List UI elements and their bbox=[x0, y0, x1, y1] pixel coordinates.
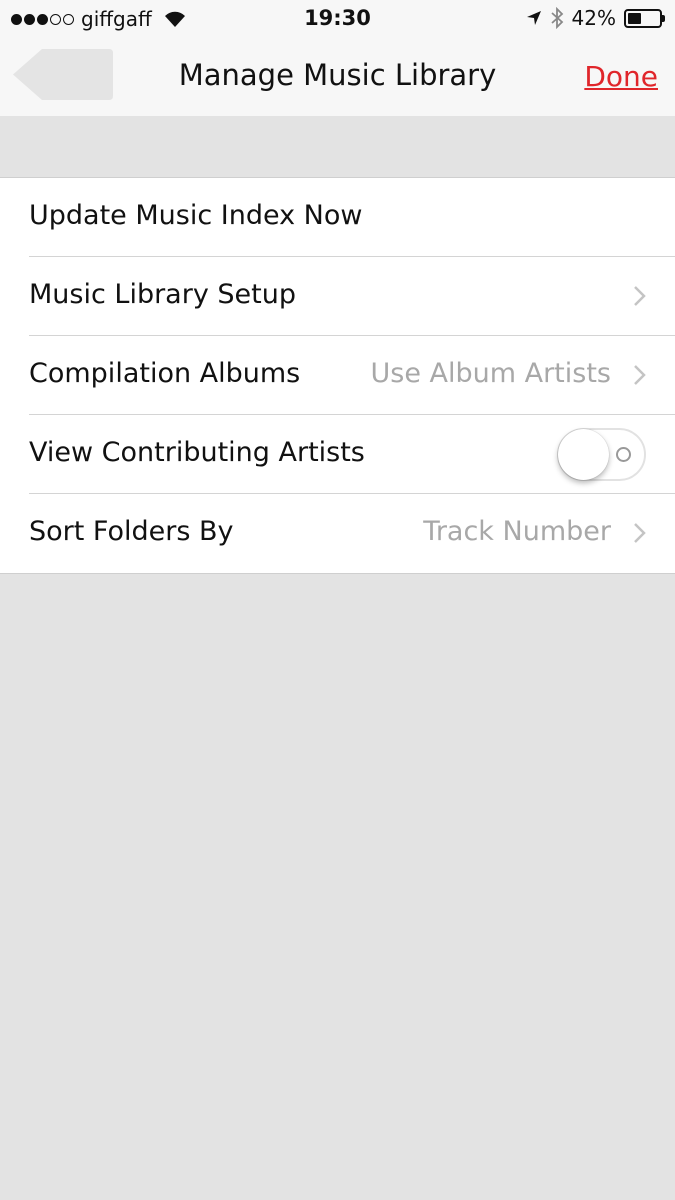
back-button[interactable] bbox=[12, 48, 114, 101]
row-value: Use Album Artists bbox=[370, 358, 611, 389]
row-label: View Contributing Artists bbox=[29, 437, 365, 468]
battery-fill bbox=[628, 12, 641, 24]
status-bar: giffgaff 19:30 42% bbox=[0, 0, 675, 38]
row-label: Update Music Index Now bbox=[29, 200, 363, 231]
toggle-knob bbox=[558, 429, 609, 480]
battery-percent: 42% bbox=[571, 6, 616, 30]
bluetooth-icon bbox=[550, 7, 563, 29]
navigation-bar: Manage Music Library Done bbox=[0, 38, 675, 116]
page-title: Manage Music Library bbox=[178, 58, 497, 92]
chevron-right-icon bbox=[634, 286, 646, 306]
settings-list: Update Music Index Now Music Library Set… bbox=[0, 177, 675, 574]
done-button[interactable]: Done bbox=[584, 60, 658, 93]
toggle-off-icon bbox=[616, 447, 631, 462]
row-label: Sort Folders By bbox=[29, 516, 234, 547]
music-library-setup-row[interactable]: Music Library Setup bbox=[29, 257, 675, 336]
compilation-albums-row[interactable]: Compilation Albums Use Album Artists bbox=[29, 336, 675, 415]
row-value: Track Number bbox=[423, 516, 611, 547]
location-arrow-icon bbox=[526, 11, 541, 25]
view-contributing-artists-row: View Contributing Artists bbox=[29, 415, 675, 494]
battery-icon bbox=[624, 8, 665, 28]
row-label: Compilation Albums bbox=[29, 358, 301, 389]
update-music-index-row[interactable]: Update Music Index Now bbox=[29, 178, 675, 257]
row-label: Music Library Setup bbox=[29, 279, 296, 310]
sort-folders-by-row[interactable]: Sort Folders By Track Number bbox=[29, 494, 675, 573]
chevron-right-icon bbox=[634, 523, 646, 543]
contributing-artists-toggle[interactable] bbox=[557, 428, 646, 481]
status-right: 42% bbox=[526, 6, 665, 30]
chevron-right-icon bbox=[634, 365, 646, 385]
